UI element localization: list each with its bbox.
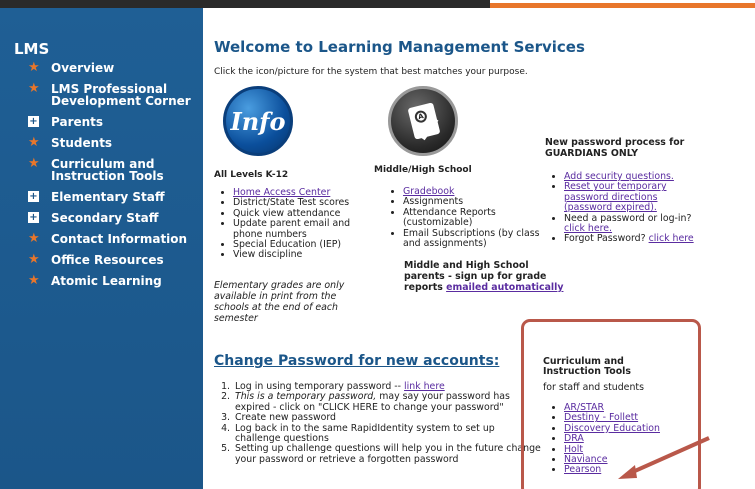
step-text: Log back in to the same RapidIdentity sy… xyxy=(235,422,495,445)
star-icon: ★ xyxy=(28,135,40,150)
list-item-text: Quick view attendance xyxy=(233,207,341,219)
list-item-text: Special Education (IEP) xyxy=(233,239,342,251)
sidebar-item-label: Contact Information xyxy=(51,232,188,246)
star-icon: ★ xyxy=(28,231,40,246)
tools-item-link[interactable]: Discovery Education xyxy=(564,423,660,434)
step-text: Log in using temporary password -- xyxy=(235,381,405,392)
list-item: Forgot Password? click here xyxy=(564,234,701,244)
list-item-text: Email Subscriptions (by class and assign… xyxy=(403,227,540,250)
sidebar-item[interactable]: + Elementary Staff xyxy=(0,191,203,203)
list-item-link[interactable]: click here. xyxy=(564,223,612,234)
step-item: This is a temporary password, may say yo… xyxy=(233,392,543,413)
sidebar-item[interactable]: ★ Overview xyxy=(0,60,203,75)
step-item: Log back in to the same RapidIdentity sy… xyxy=(233,422,543,445)
step-text: Create new password xyxy=(235,412,336,424)
star-icon: ★ xyxy=(28,81,40,96)
tools-item-link[interactable]: Destiny - Follett xyxy=(564,412,638,423)
sidebar: LMS ★ Overview ★ LMS Professional Developme… xyxy=(0,8,203,489)
guardian-heading: New password process for GUARDIANS ONLY xyxy=(545,137,685,159)
list-item-text: Need a password or log-in? xyxy=(564,212,692,224)
list-item: Email Subscriptions (by class and assign… xyxy=(403,227,540,250)
change-password-title[interactable]: Change Password for new accounts: xyxy=(214,353,499,369)
sidebar-item-label: Office Resources xyxy=(51,253,164,267)
tools-item-link[interactable]: Holt xyxy=(564,444,583,455)
plus-box-icon: + xyxy=(28,191,39,202)
gradebook-icon[interactable]: A xyxy=(388,86,458,156)
list-item: Need a password or log-in? click here. xyxy=(564,212,701,235)
sidebar-item[interactable]: + Secondary Staff xyxy=(0,212,203,224)
main-content: Welcome to Learning Management Services … xyxy=(203,8,755,489)
tools-item: Pearson xyxy=(564,465,691,475)
grade-report-note: Middle and High School parents - sign up… xyxy=(404,260,564,293)
sidebar-item[interactable]: ★ Office Resources xyxy=(0,252,203,267)
change-password-steps: Log in using temporary password -- link … xyxy=(233,381,543,465)
list-item: Attendance Reports (customizable) xyxy=(403,206,540,229)
list-item-text: View discipline xyxy=(233,249,303,261)
tools-list: AR/STARDestiny - FollettDiscovery Educat… xyxy=(551,402,691,476)
top-bar-dark xyxy=(0,0,490,8)
sidebar-item[interactable]: + Parents xyxy=(0,116,203,128)
list-item: Reset your temporary password directions… xyxy=(564,182,701,213)
list-item-text: Update parent email and phone numbers xyxy=(233,218,351,240)
tools-item-link[interactable]: AR/STAR xyxy=(564,402,604,413)
sidebar-item-label: LMS Professional Development Corner xyxy=(51,82,191,108)
step-italic-text: This is a temporary password, xyxy=(235,391,377,403)
sidebar-item-label: Students xyxy=(51,136,113,150)
sidebar-item-label: Curriculum and Instruction Tools xyxy=(51,157,164,183)
sidebar-item-label: Parents xyxy=(51,115,104,129)
all-levels-heading: All Levels K-12 xyxy=(214,170,289,180)
list-item-text: Attendance Reports (customizable) xyxy=(403,206,496,229)
list-item: Update parent email and phone numbers xyxy=(233,218,370,240)
sidebar-item-label: Overview xyxy=(51,61,115,75)
list-item-link[interactable]: Gradebook xyxy=(403,186,454,197)
step-link[interactable]: link here xyxy=(404,381,445,392)
info-icon[interactable]: Info xyxy=(223,86,293,156)
sidebar-item-label: Secondary Staff xyxy=(51,211,159,225)
guardian-list: Add security questions.Reset your tempor… xyxy=(551,171,701,245)
tools-item-link[interactable]: DRA xyxy=(564,433,584,444)
star-icon: ★ xyxy=(28,60,40,75)
middle-high-heading: Middle/High School xyxy=(374,165,472,175)
sidebar-item[interactable]: ★ Students xyxy=(0,135,203,150)
middle-high-list: GradebookAssignmentsAttendance Reports (… xyxy=(390,186,540,250)
step-text: Setting up challenge questions will help… xyxy=(235,443,541,465)
info-icon-label: Info xyxy=(230,107,286,136)
sidebar-item-label: Elementary Staff xyxy=(51,190,165,204)
tools-item-link[interactable]: Pearson xyxy=(564,464,601,475)
list-item-link[interactable]: Add security questions. xyxy=(564,171,674,182)
sidebar-item[interactable]: ★ Contact Information xyxy=(0,231,203,246)
sidebar-item-label: Atomic Learning xyxy=(51,274,162,288)
list-item-text: District/State Test scores xyxy=(233,197,350,209)
list-item: View discipline xyxy=(233,250,370,260)
tools-subheading: for staff and students xyxy=(543,382,644,393)
list-item-text: Assignments xyxy=(403,196,464,208)
step-item: Setting up challenge questions will help… xyxy=(233,444,543,465)
plus-box-icon: + xyxy=(28,212,39,223)
list-item-text: Forgot Password? xyxy=(564,233,649,245)
list-item-link[interactable]: Home Access Center xyxy=(233,187,330,198)
tools-heading: Curriculum and Instruction Tools xyxy=(543,356,631,377)
sidebar-item[interactable]: ★ LMS Professional Development Corner xyxy=(0,81,203,108)
page-subtitle: Click the icon/picture for the system th… xyxy=(214,67,528,77)
emailed-automatically-link[interactable]: emailed automatically xyxy=(446,282,563,293)
list-item-link[interactable]: click here xyxy=(649,233,694,244)
plus-box-icon: + xyxy=(28,116,39,127)
list-item-link[interactable]: Reset your temporary password directions… xyxy=(564,181,667,213)
page-title: Welcome to Learning Management Services xyxy=(214,38,585,56)
star-icon: ★ xyxy=(28,252,40,267)
sidebar-item[interactable]: ★ Atomic Learning xyxy=(0,273,203,288)
all-levels-list: Home Access CenterDistrict/State Test sc… xyxy=(220,187,370,261)
sidebar-item[interactable]: ★ Curriculum and Instruction Tools xyxy=(0,156,203,183)
sidebar-nav: ★ Overview ★ LMS Professional Development C… xyxy=(0,60,203,296)
sidebar-heading: LMS xyxy=(14,40,50,58)
top-bar xyxy=(0,0,755,8)
elementary-note: Elementary grades are only available in … xyxy=(214,280,345,324)
star-icon: ★ xyxy=(28,156,40,171)
star-icon: ★ xyxy=(28,273,40,288)
tools-item-link[interactable]: Naviance xyxy=(564,454,608,465)
